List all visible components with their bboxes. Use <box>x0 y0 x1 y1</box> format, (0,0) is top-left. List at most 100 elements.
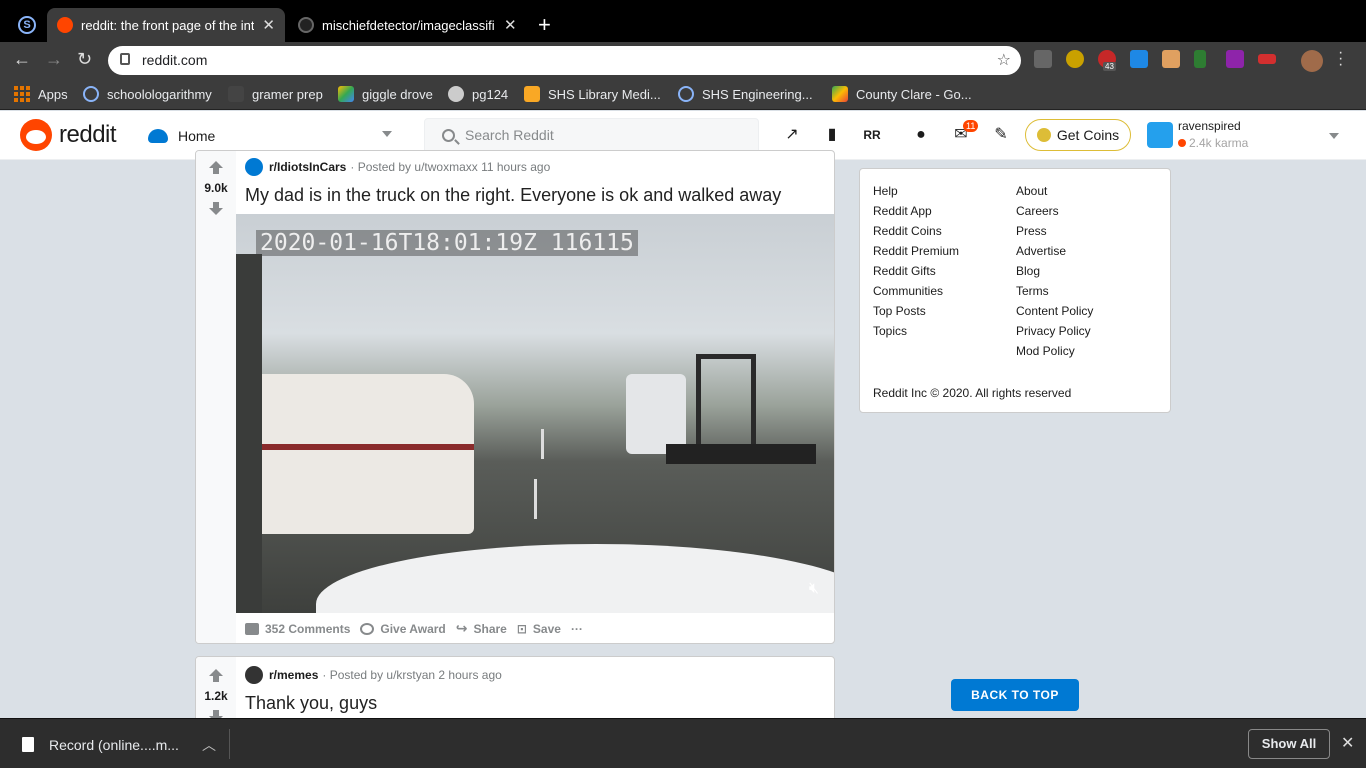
chat-icon[interactable]: ● <box>911 125 931 145</box>
bookmark-label: pg124 <box>472 86 509 102</box>
close-tab-icon[interactable]: ✕ <box>504 16 517 34</box>
new-tab-plus-icon[interactable]: + <box>538 12 551 38</box>
bookmark-apps[interactable]: Apps <box>14 86 68 102</box>
url-text[interactable]: reddit.com <box>142 52 207 68</box>
user-avatar[interactable] <box>1147 122 1173 148</box>
bookmark-shs-library[interactable]: SHS Library Medi... <box>524 86 661 102</box>
s-icon <box>83 86 99 102</box>
bookmark-pg124[interactable]: pg124 <box>448 86 508 102</box>
reddit-favicon-icon <box>57 17 73 33</box>
footer-link-terms[interactable]: Terms <box>1016 284 1049 298</box>
footer-link-reddit-coins[interactable]: Reddit Coins <box>873 224 942 238</box>
footer-link-mod-policy[interactable]: Mod Policy <box>1016 344 1075 358</box>
reload-icon[interactable]: ↻ <box>77 49 92 70</box>
more-options-button[interactable]: ··· <box>571 622 583 636</box>
search-input[interactable] <box>465 127 745 143</box>
posted-by[interactable]: · Posted by u/twoxmaxx 11 hours ago <box>350 160 550 174</box>
posted-by[interactable]: · Posted by u/krstyan 2 hours ago <box>322 668 501 682</box>
footer-link-advertise[interactable]: Advertise <box>1016 244 1066 258</box>
search-box[interactable] <box>424 118 759 154</box>
chrome-menu-icon[interactable]: · · · <box>1338 45 1343 73</box>
bookmark-schoolologarithmy[interactable]: schoolologarithmy <box>83 86 212 102</box>
lock-icon <box>120 53 130 65</box>
share-button[interactable]: ↪ Share <box>456 620 507 637</box>
save-label: Save <box>532 621 561 636</box>
bookmark-county-clare[interactable]: County Clare - Go... <box>832 86 972 102</box>
bookmark-gramer-prep[interactable]: gramer prep <box>228 86 323 102</box>
mute-icon[interactable]: 🔇︎ <box>809 580 819 598</box>
get-coins-button[interactable]: Get Coins <box>1025 119 1131 151</box>
comments-button[interactable]: 352 Comments <box>245 622 350 636</box>
extension-badge: 43 <box>1103 62 1116 71</box>
footer-link-topics[interactable]: Topics <box>873 324 907 338</box>
show-all-button[interactable]: Show All <box>1248 729 1330 759</box>
subreddit-link[interactable]: r/IdiotsInCars <box>269 160 346 174</box>
address-bar[interactable]: reddit.com ☆ <box>108 46 1021 75</box>
post-title[interactable]: My dad is in the truck on the right. Eve… <box>245 185 781 206</box>
browser-tabbar: S reddit: the front page of the int ✕ mi… <box>0 0 1366 42</box>
post-card[interactable]: 9.0k r/IdiotsInCars · Posted by u/twoxma… <box>195 150 835 644</box>
post-card[interactable]: 1.2k r/memes · Posted by u/krstyan 2 hou… <box>195 656 835 726</box>
check-extension-icon[interactable] <box>1130 50 1148 68</box>
red-extension-icon[interactable] <box>1258 54 1276 64</box>
karma-text: 2.4k karma <box>1189 136 1249 150</box>
download-filename[interactable]: Record (online....m... <box>49 737 179 753</box>
subreddit-icon[interactable] <box>245 666 263 684</box>
apps-grid-icon <box>14 86 30 102</box>
feed-selector-dropdown[interactable]: Home <box>148 123 398 149</box>
back-arrow-icon[interactable]: ← <box>13 49 31 70</box>
browser-toolbar: ← → ↻ reddit.com ☆ 43 · · · <box>0 42 1366 78</box>
footer-link-about[interactable]: About <box>1016 184 1047 198</box>
bookmark-star-icon[interactable]: ☆ <box>997 50 1011 70</box>
footer-link-reddit-gifts[interactable]: Reddit Gifts <box>873 264 936 278</box>
vote-column: 1.2k <box>196 657 236 725</box>
box-extension-icon[interactable] <box>1162 50 1180 68</box>
save-button[interactable]: ⊡ Save <box>517 622 561 636</box>
downvote-arrow-icon[interactable] <box>209 202 223 215</box>
footer-link-reddit-premium[interactable]: Reddit Premium <box>873 244 959 258</box>
home-ufo-icon <box>148 129 168 143</box>
upvote-arrow-icon[interactable] <box>209 669 223 682</box>
bookmark-giggle-drove[interactable]: giggle drove <box>338 86 433 102</box>
s-icon <box>678 86 694 102</box>
tab-github[interactable]: mischiefdetector/imageclassifi ✕ <box>288 8 528 42</box>
upvote-arrow-icon[interactable] <box>209 161 223 174</box>
profile-avatar[interactable] <box>1301 50 1323 72</box>
tab-reddit[interactable]: reddit: the front page of the int ✕ <box>47 8 285 42</box>
chevron-up-icon[interactable]: ︿ <box>202 735 216 755</box>
leaf-extension-icon[interactable] <box>1194 50 1206 68</box>
reddit-logo-icon[interactable] <box>20 119 52 151</box>
footer-link-help[interactable]: Help <box>873 184 898 198</box>
crx-extension-icon[interactable] <box>1034 50 1052 68</box>
bookmark-shs-engineering[interactable]: SHS Engineering... <box>678 86 813 102</box>
close-icon[interactable]: ✕ <box>1341 733 1354 753</box>
leaderboard-icon[interactable]: ▮ <box>822 125 842 145</box>
footer-link-communities[interactable]: Communities <box>873 284 943 298</box>
profile-s-icon[interactable]: S <box>18 16 36 34</box>
color-extension-icon[interactable] <box>1226 50 1244 68</box>
subreddit-link[interactable]: r/memes <box>269 668 318 682</box>
footer-link-privacy-policy[interactable]: Privacy Policy <box>1016 324 1091 338</box>
karma-icon <box>1178 139 1186 147</box>
username[interactable]: ravenspired <box>1178 119 1241 133</box>
owl-extension-icon[interactable] <box>1066 50 1084 68</box>
footer-link-careers[interactable]: Careers <box>1016 204 1059 218</box>
forward-arrow-icon[interactable]: → <box>45 49 63 70</box>
pencil-icon[interactable]: ✎ <box>991 125 1011 145</box>
footer-link-reddit-app[interactable]: Reddit App <box>873 204 932 218</box>
give-award-button[interactable]: Give Award <box>360 622 446 636</box>
footer-link-top-posts[interactable]: Top Posts <box>873 304 926 318</box>
post-title[interactable]: Thank you, guys <box>245 693 377 714</box>
back-to-top-button[interactable]: BACK TO TOP <box>951 679 1079 711</box>
footer-link-content-policy[interactable]: Content Policy <box>1016 304 1093 318</box>
bookmark-label: gramer prep <box>252 86 323 102</box>
reddit-wordmark[interactable]: reddit <box>59 121 117 149</box>
footer-link-press[interactable]: Press <box>1016 224 1047 238</box>
subreddit-icon[interactable] <box>245 158 263 176</box>
trending-icon[interactable]: ↗ <box>782 125 802 145</box>
footer-link-blog[interactable]: Blog <box>1016 264 1040 278</box>
rpan-icon[interactable]: RR <box>862 125 882 145</box>
user-menu-chevron-icon[interactable] <box>1329 133 1339 139</box>
post-video[interactable]: 2020-01-16T18:01:19Z 116115 🔇︎ <box>236 214 834 613</box>
close-tab-icon[interactable]: ✕ <box>262 16 275 34</box>
